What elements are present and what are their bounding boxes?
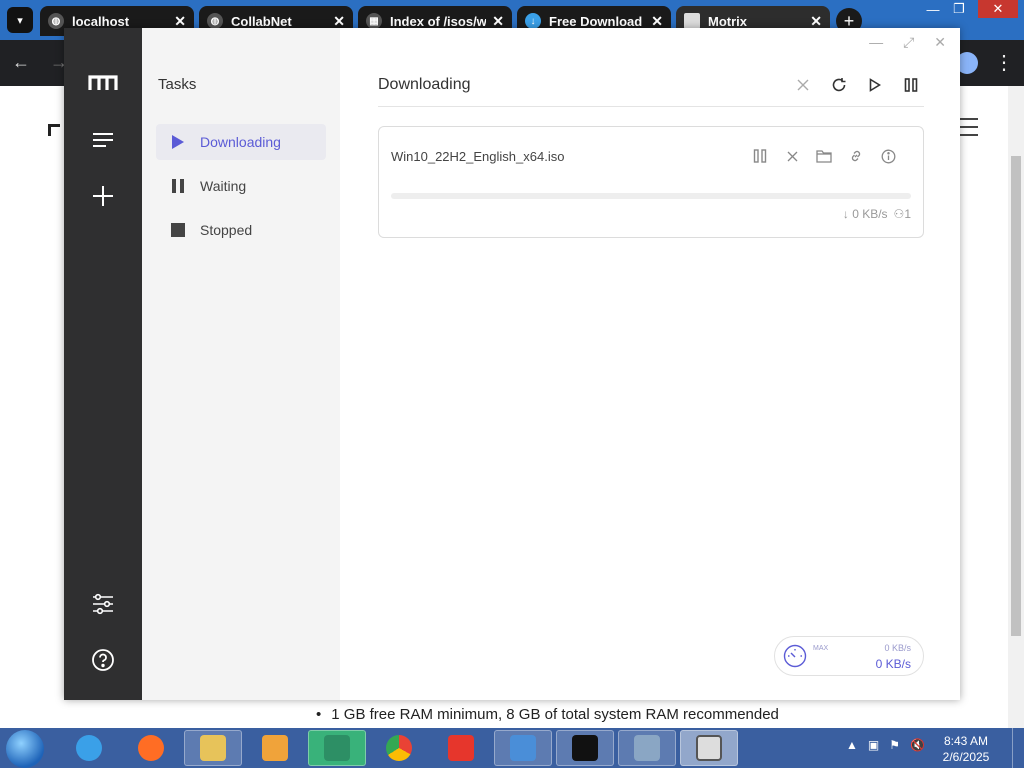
app-close-button[interactable]: ✕ xyxy=(934,34,946,51)
tab-close-icon[interactable]: ✕ xyxy=(810,13,822,30)
download-speed-total: 0 KB/s xyxy=(875,657,911,671)
tab-label: Index of /isos/w xyxy=(390,13,487,29)
tab-close-icon[interactable]: ✕ xyxy=(492,13,504,30)
stop-icon xyxy=(170,222,186,238)
pause-task-icon[interactable] xyxy=(749,145,771,167)
add-task-icon[interactable] xyxy=(88,181,118,211)
network-icon[interactable]: ▣ xyxy=(868,738,879,752)
copy-link-icon[interactable] xyxy=(845,145,867,167)
app-navbar xyxy=(64,28,142,700)
app-green-icon[interactable] xyxy=(308,730,366,766)
motrix-window: Tasks Downloading Waiting Stopped — ⤢ ✕ … xyxy=(64,28,960,700)
site-logo xyxy=(48,124,60,136)
tab-label: Free Download xyxy=(549,13,643,29)
file-explorer-icon[interactable] xyxy=(184,730,242,766)
media-player-icon[interactable] xyxy=(246,730,304,766)
tab-close-icon[interactable]: ✕ xyxy=(651,13,663,30)
sidebar-item-downloading[interactable]: Downloading xyxy=(156,124,326,160)
sidebar-title: Tasks xyxy=(158,76,197,93)
speed-limit-mode: MAX xyxy=(813,645,829,652)
download-progress-bar xyxy=(391,193,911,199)
preferences-sliders-icon[interactable] xyxy=(88,589,118,619)
sidebar-item-waiting[interactable]: Waiting xyxy=(156,168,326,204)
refresh-icon[interactable] xyxy=(826,72,852,98)
motrix-icon xyxy=(684,13,700,29)
task-sidebar: Tasks Downloading Waiting Stopped xyxy=(142,28,340,700)
connections: ⚇1 xyxy=(894,207,911,221)
pause-all-icon[interactable] xyxy=(898,72,924,98)
task-info-icon[interactable] xyxy=(877,145,899,167)
connections-icon: ⚇ xyxy=(893,207,905,221)
window-close-button[interactable]: ✕ xyxy=(978,0,1018,18)
scrollbar-thumb[interactable] xyxy=(1011,156,1021,636)
tab-search-dropdown[interactable]: ▾ xyxy=(7,7,33,33)
open-folder-icon[interactable] xyxy=(813,145,835,167)
globe-icon: ◍ xyxy=(207,13,223,29)
motrix-taskbar-icon[interactable] xyxy=(680,730,738,766)
volume-muted-icon[interactable]: 🔇 xyxy=(910,738,925,752)
remove-task-icon[interactable] xyxy=(781,145,803,167)
chrome-icon[interactable] xyxy=(370,730,428,766)
windows-taskbar: ▲ ▣ ⚑ 🔇 8:43 AM 2/6/2025 xyxy=(0,728,1024,768)
page-scrollbar[interactable] xyxy=(1008,86,1024,728)
task-item[interactable]: Win10_22H2_English_x64.iso ↓ 0 KB/s ⚇1 xyxy=(378,126,924,238)
task-toolbar xyxy=(790,72,924,98)
task-file-name: Win10_22H2_English_x64.iso xyxy=(391,149,565,164)
task-actions xyxy=(749,145,899,167)
page-title: Downloading xyxy=(378,76,471,93)
remote-desktop-icon[interactable] xyxy=(618,730,676,766)
tab-label: Motrix xyxy=(708,13,747,29)
command-prompt-icon[interactable] xyxy=(556,730,614,766)
tab-label: CollabNet xyxy=(231,13,292,29)
action-center-flag-icon[interactable]: ⚑ xyxy=(889,738,900,752)
window-restore-button[interactable]: ❐ xyxy=(944,0,974,18)
pause-icon xyxy=(170,178,186,194)
clock-time: 8:43 AM xyxy=(943,734,989,748)
delete-tasks-icon[interactable] xyxy=(790,72,816,98)
tab-close-icon[interactable]: ✕ xyxy=(333,13,345,30)
system-tray: ▲ ▣ ⚑ 🔇 xyxy=(846,738,925,752)
wps-office-icon[interactable] xyxy=(432,730,490,766)
download-site-icon: ↓ xyxy=(525,13,541,29)
upload-speed: 0 KB/s xyxy=(884,643,911,653)
sidebar-item-stopped[interactable]: Stopped xyxy=(156,212,326,248)
system-clock[interactable]: 8:43 AM 2/6/2025 xyxy=(936,733,996,765)
download-speed-value: 0 KB/s xyxy=(852,207,888,221)
back-arrow-icon[interactable]: ← xyxy=(12,52,30,73)
tab-close-icon[interactable]: ✕ xyxy=(174,13,186,30)
header-divider xyxy=(378,106,924,107)
bullet-icon: • xyxy=(316,706,322,723)
start-button[interactable] xyxy=(6,730,44,768)
app-window-controls: — ⤢ ✕ xyxy=(869,34,946,51)
sidebar-item-label: Downloading xyxy=(200,134,281,150)
download-speed: ↓ 0 KB/s xyxy=(842,207,888,221)
list-item-text: 1 GB free RAM minimum, 8 GB of total sys… xyxy=(331,706,779,723)
show-desktop-button[interactable] xyxy=(1012,728,1024,768)
sidebar-item-label: Waiting xyxy=(200,178,247,194)
tray-expand-icon[interactable]: ▲ xyxy=(846,738,858,752)
resume-all-icon[interactable] xyxy=(862,72,888,98)
tab-label: localhost xyxy=(72,13,130,29)
page-list-item: • 1 GB free RAM minimum, 8 GB of total sy… xyxy=(316,706,779,723)
play-icon xyxy=(170,134,186,150)
speedometer-icon xyxy=(783,644,807,668)
app-maximize-button[interactable]: ⤢ xyxy=(903,34,914,51)
task-main-panel: — ⤢ ✕ Downloading Win10_22H2_English_x64… xyxy=(340,28,960,700)
browser-menu-icon[interactable]: ⋮ xyxy=(994,50,1014,75)
task-list-icon[interactable] xyxy=(88,125,118,155)
folder-icon: ▦ xyxy=(366,13,382,29)
task-stats: ↓ 0 KB/s ⚇1 xyxy=(843,207,911,221)
help-icon[interactable] xyxy=(88,645,118,675)
app-minimize-button[interactable]: — xyxy=(869,34,883,51)
connections-value: 1 xyxy=(904,207,911,221)
motrix-logo-icon xyxy=(88,68,118,98)
internet-explorer-icon[interactable] xyxy=(60,730,118,766)
speedometer[interactable]: MAX 0 KB/s 0 KB/s xyxy=(774,636,924,676)
firefox-icon[interactable] xyxy=(122,730,180,766)
sidebar-item-label: Stopped xyxy=(200,222,253,238)
globe-icon: ◍ xyxy=(48,13,64,29)
clock-date: 2/6/2025 xyxy=(942,750,990,764)
archive-icon[interactable] xyxy=(494,730,552,766)
